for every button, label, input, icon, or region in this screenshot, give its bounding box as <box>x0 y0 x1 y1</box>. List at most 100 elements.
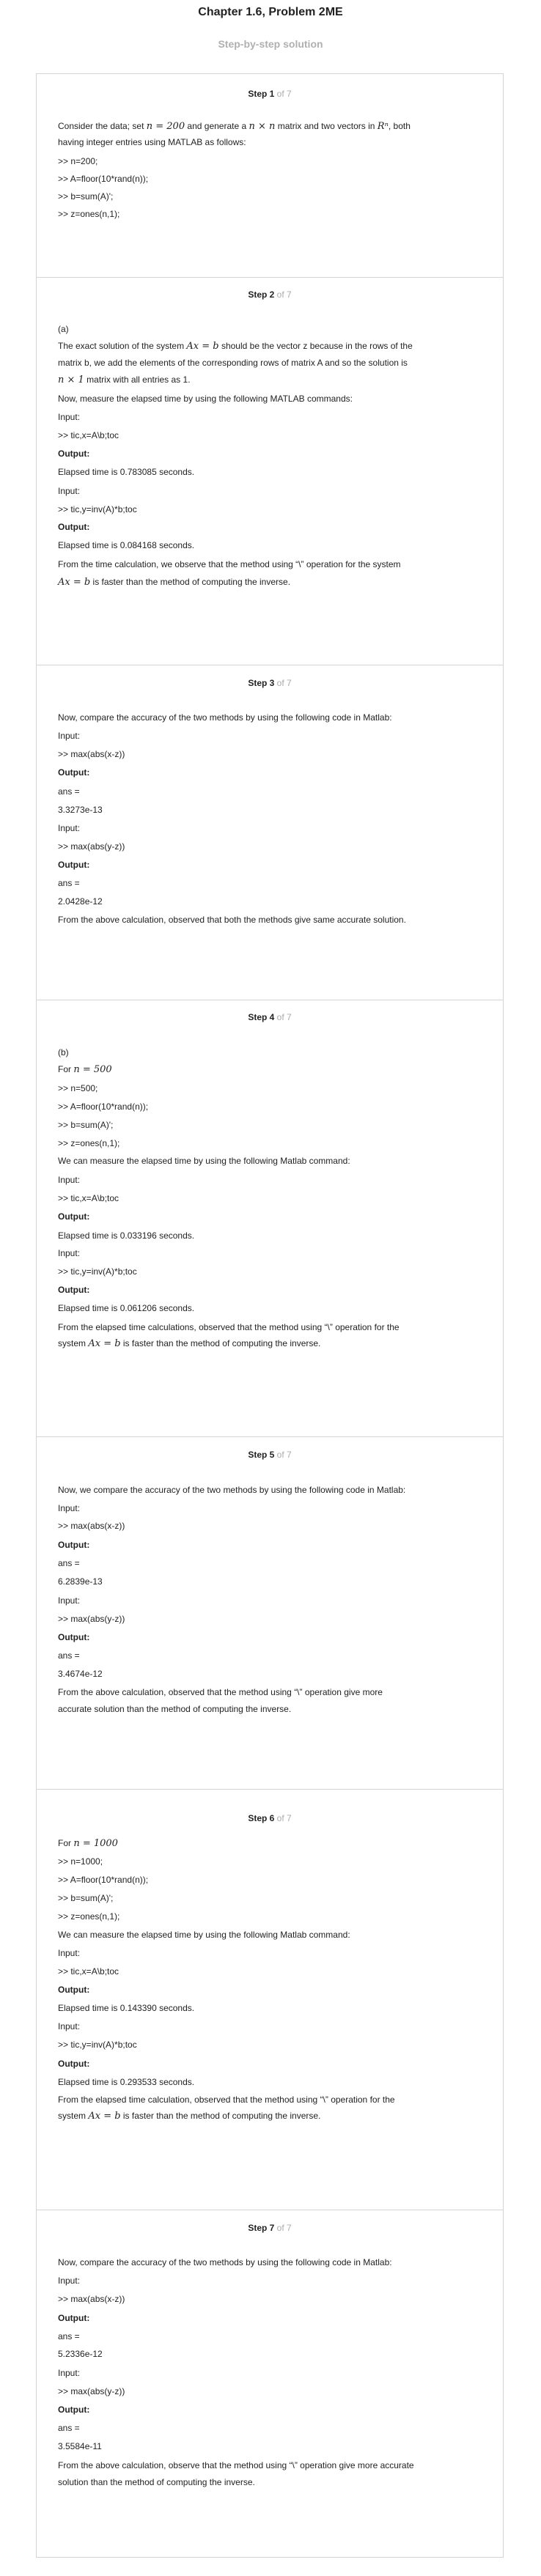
solution-line: >> tic,y=inv(A)*b;toc <box>58 1265 487 1278</box>
text-segment: system <box>58 1338 89 1348</box>
solution-line: >> n=1000; <box>58 1855 487 1868</box>
step-header: Step 2 of 7 <box>37 289 503 300</box>
text-segment: >> z=ones(n,1); <box>58 1911 120 1922</box>
text-segment: >> tic,y=inv(A)*b;toc <box>58 1266 137 1277</box>
text-segment: 3.5584e-11 <box>58 2441 102 2451</box>
text-segment: >> A=floor(10*rand(n)); <box>58 1101 149 1112</box>
output-label: Output: <box>58 1632 90 1642</box>
solution-line: >> b=sum(A)'; <box>58 1118 487 1132</box>
solution-line: Output: <box>58 1983 487 1996</box>
solution-line: matrix b, we add the elements of the cor… <box>58 356 487 369</box>
solution-container: Step 1 of 7 Consider the data; set n = 20… <box>36 73 504 2558</box>
text-segment: Now, measure the elapsed time by using t… <box>58 394 353 404</box>
text-segment: >> n=200; <box>58 156 98 166</box>
solution-line: system Ax = b is faster than the method … <box>58 1337 487 1351</box>
solution-line: From the above calculation, observed tha… <box>58 1686 487 1699</box>
text-segment: Elapsed time is 0.783085 seconds. <box>58 467 195 477</box>
text-segment: is faster than the method of computing t… <box>120 2111 321 2121</box>
solution-line: ans = <box>58 876 487 890</box>
text-segment: For <box>58 1064 74 1074</box>
solution-line: From the above calculation, observed tha… <box>58 913 487 926</box>
text-segment: ans = <box>58 1650 80 1661</box>
step-total: of 7 <box>274 289 292 300</box>
solution-line: >> max(abs(y-z)) <box>58 2385 487 2398</box>
solution-line: Elapsed time is 0.783085 seconds. <box>58 465 487 479</box>
text-segment: Consider the data; set <box>58 121 147 131</box>
text-segment: Elapsed time is 0.143390 seconds. <box>58 2003 195 2013</box>
solution-line: From the elapsed time calculations, obse… <box>58 1321 487 1334</box>
solution-line: >> n=200; <box>58 155 487 168</box>
solution-line: Consider the data; set n = 200 and gener… <box>58 119 487 133</box>
solution-line: >> max(abs(x-z)) <box>58 2292 487 2306</box>
solution-line: Input: <box>58 1502 487 1515</box>
text-segment: >> n=500; <box>58 1083 98 1093</box>
step-divider <box>37 1436 503 1437</box>
solution-line: Elapsed time is 0.143390 seconds. <box>58 2001 487 2015</box>
solution-line: solution than the method of computing th… <box>58 2476 487 2489</box>
text-segment: From the above calculation, observed tha… <box>58 1687 383 1697</box>
step-label: Step 5 <box>248 1450 275 1460</box>
step-divider <box>37 1789 503 1790</box>
text-segment: Elapsed time is 0.084168 seconds. <box>58 540 195 550</box>
text-segment: 2.0428e-12 <box>58 896 103 907</box>
solution-line: >> A=floor(10*rand(n)); <box>58 1100 487 1113</box>
solution-line: Now, measure the elapsed time by using t… <box>58 392 487 405</box>
solution-line: >> tic,y=inv(A)*b;toc <box>58 2038 487 2051</box>
text-segment: (b) <box>58 1047 69 1058</box>
solution-line: >> A=floor(10*rand(n)); <box>58 1873 487 1886</box>
solution-line: Output: <box>58 858 487 871</box>
text-segment: >> b=sum(A)'; <box>58 1120 114 1130</box>
text-segment: Input: <box>58 1595 81 1606</box>
solution-line: system Ax = b is faster than the method … <box>58 2109 487 2123</box>
text-segment: ans = <box>58 878 80 888</box>
step-divider <box>37 277 503 278</box>
text-segment: Input: <box>58 2368 81 2378</box>
solution-line: Input: <box>58 2274 487 2287</box>
text-segment: having integer entries using MATLAB as f… <box>58 137 246 147</box>
text-segment: Now, compare the accuracy of the two met… <box>58 712 392 723</box>
solution-line: Output: <box>58 2311 487 2325</box>
step-label: Step 2 <box>248 289 275 300</box>
text-segment: is faster than the method of computing t… <box>120 1338 321 1348</box>
text-segment: >> max(abs(y-z)) <box>58 1614 125 1624</box>
text-segment: >> tic,y=inv(A)*b;toc <box>58 504 137 514</box>
text-segment: Input: <box>58 1248 81 1258</box>
text-segment: We can measure the elapsed time by using… <box>58 1930 350 1940</box>
solution-line: >> z=ones(n,1); <box>58 207 487 221</box>
solution-line: >> n=500; <box>58 1082 487 1095</box>
solution-line: We can measure the elapsed time by using… <box>58 1928 487 1941</box>
solution-line: Elapsed time is 0.293533 seconds. <box>58 2075 487 2089</box>
step-total: of 7 <box>274 1012 292 1022</box>
text-segment: >> z=ones(n,1); <box>58 209 120 219</box>
text-segment: Input: <box>58 1503 81 1513</box>
solution-line: ans = <box>58 2330 487 2343</box>
solution-line: From the elapsed time calculation, obser… <box>58 2093 487 2106</box>
solution-line: We can measure the elapsed time by using… <box>58 1154 487 1167</box>
solution-line: 2.0428e-12 <box>58 895 487 908</box>
solution-line: n × 1 matrix with all entries as 1. <box>58 373 487 387</box>
text-segment: >> A=floor(10*rand(n)); <box>58 174 149 184</box>
text-segment: We can measure the elapsed time by using… <box>58 1156 350 1166</box>
text-segment: For <box>58 1838 74 1848</box>
text-segment: The exact solution of the system <box>58 341 187 351</box>
solution-line: Input: <box>58 1594 487 1607</box>
text-segment: matrix b, we add the elements of the cor… <box>58 358 408 368</box>
solution-line: ans = <box>58 1649 487 1662</box>
solution-line: >> A=floor(10*rand(n)); <box>58 172 487 185</box>
output-label: Output: <box>58 1285 90 1295</box>
text-segment: >> tic,y=inv(A)*b;toc <box>58 2040 137 2050</box>
text-segment: 3.3273e-13 <box>58 805 103 815</box>
step-header: Step 4 of 7 <box>37 1012 503 1022</box>
solution-line: Now, compare the accuracy of the two met… <box>58 2256 487 2269</box>
math-expression: n × 1 <box>58 374 84 385</box>
solution-line: 3.4674e-12 <box>58 1667 487 1680</box>
step-total: of 7 <box>274 1450 292 1460</box>
text-segment: From the above calculation, observe that… <box>58 2460 414 2470</box>
solution-line: Input: <box>58 2020 487 2033</box>
text-segment: Input: <box>58 2276 81 2286</box>
math-expression: n × n <box>249 121 276 132</box>
solution-line: Ax = b is faster than the method of comp… <box>58 575 487 589</box>
text-segment: accurate solution than the method of com… <box>58 1704 292 1714</box>
solution-line: (a) <box>58 322 487 336</box>
text-segment: >> tic,x=A\b;toc <box>58 1966 119 1977</box>
